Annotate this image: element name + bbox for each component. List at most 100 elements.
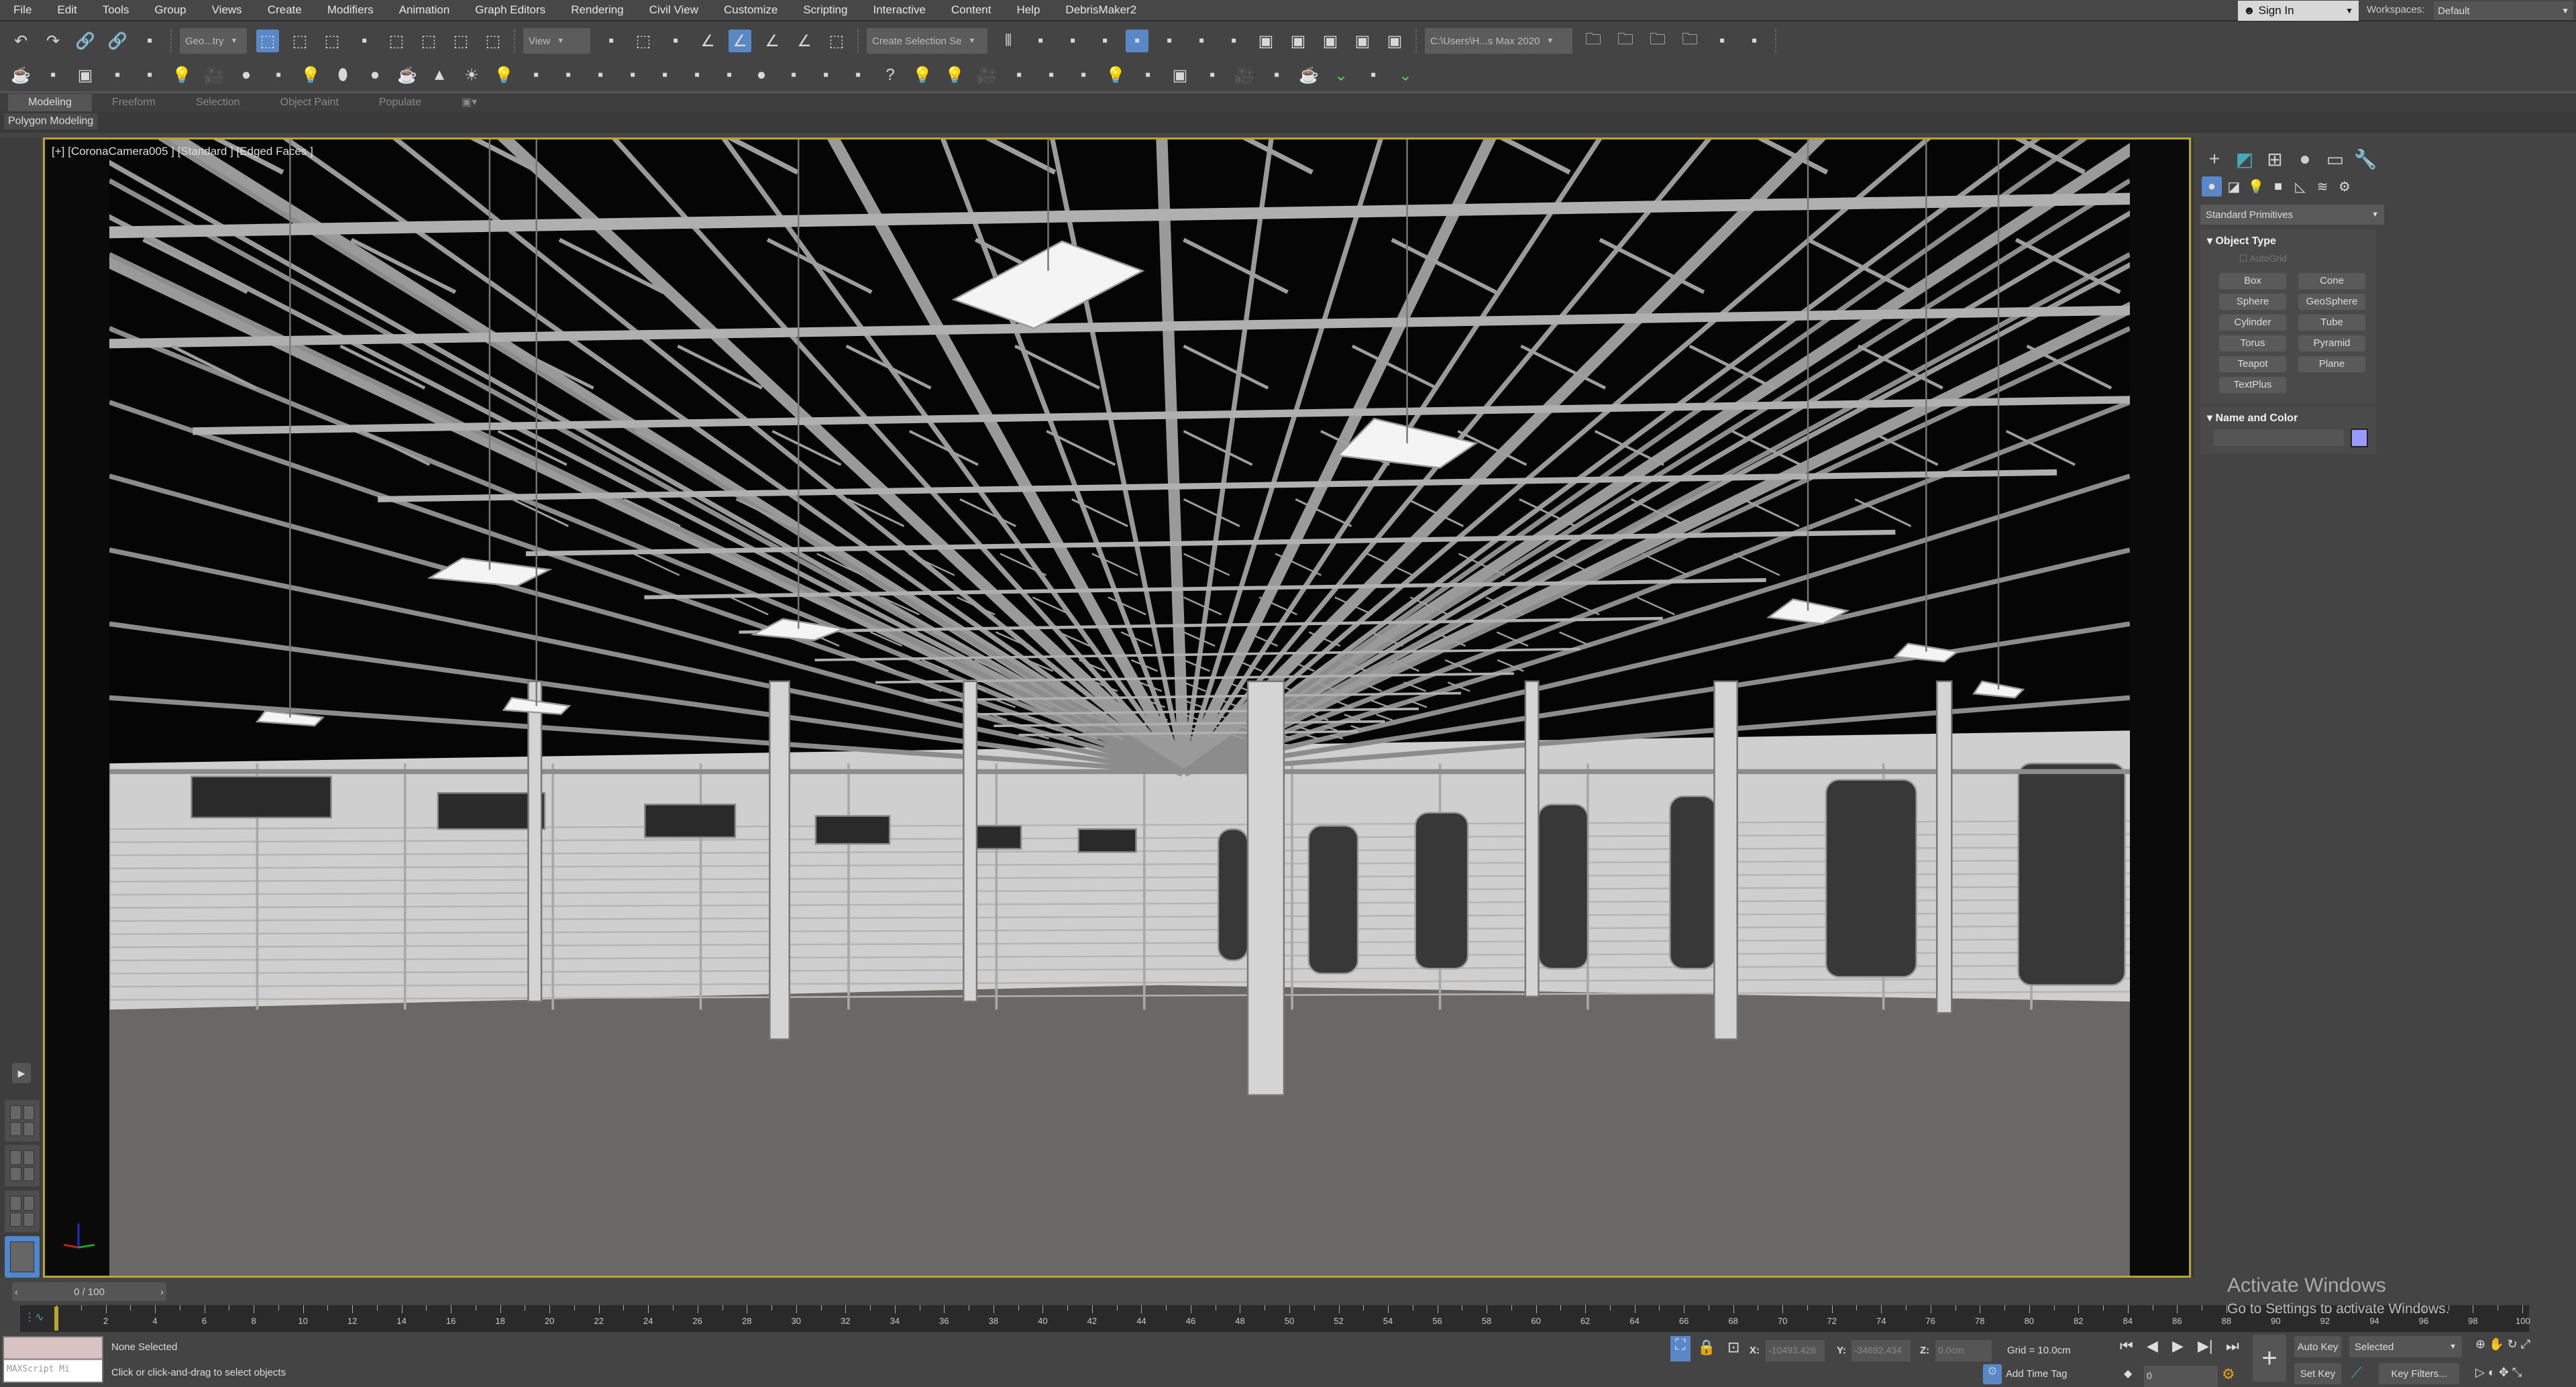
create-cone-button[interactable]: Cone — [2298, 273, 2365, 289]
keyboard-shortcut-icon[interactable]: ▪ — [664, 30, 687, 52]
expand-layouts-button[interactable]: ▶ — [12, 1063, 31, 1083]
rectangular-selection-icon[interactable]: ⬚ — [321, 30, 343, 52]
key-mode-toggle-icon[interactable]: ◆ — [2124, 1367, 2132, 1380]
align-icon[interactable]: ▪ — [1029, 30, 1052, 52]
menu-scripting[interactable]: Scripting — [790, 3, 847, 17]
create-tube-button[interactable]: Tube — [2298, 315, 2365, 331]
select-rotate-icon[interactable]: ⬚ — [417, 30, 440, 52]
maxscript-output[interactable] — [4, 1337, 102, 1360]
menu-tools[interactable]: Tools — [89, 3, 129, 17]
time-slider[interactable]: ‹ 0 / 100 › — [12, 1282, 166, 1301]
lights-icon[interactable]: 💡 — [2246, 176, 2266, 197]
layer-icon[interactable]: ▪ — [847, 64, 869, 87]
glow-sphere-icon[interactable]: ● — [364, 64, 386, 87]
selection-filter-select[interactable]: Geo...try ▼ — [180, 28, 247, 54]
snaps-toggle-icon[interactable]: ∠ — [696, 30, 719, 52]
camera-icon[interactable]: 🎥 — [203, 64, 225, 87]
box-light-icon[interactable]: 💡 — [299, 64, 322, 87]
sphere-half-icon[interactable]: ● — [235, 64, 258, 87]
select-place-icon[interactable]: ⬚ — [482, 30, 504, 52]
y-coordinate-field[interactable]: -34692.434 — [1851, 1340, 1911, 1362]
link-icon[interactable]: 🔗 — [74, 30, 97, 52]
lock-selection-icon[interactable]: 🔒 — [1697, 1339, 1715, 1356]
panel-icon[interactable]: ▪ — [106, 64, 129, 87]
helpers-icon[interactable]: ◺ — [2290, 176, 2310, 197]
render-icon[interactable]: ▣ — [1319, 30, 1342, 52]
ribbon-tab-selection[interactable]: Selection — [176, 94, 260, 111]
name-and-color-header[interactable]: ▾ Name and Color — [2200, 407, 2376, 429]
proxy-icon[interactable]: ▪ — [814, 64, 837, 87]
camera-add-icon[interactable]: 🎥 — [975, 64, 998, 87]
add-time-tag-button[interactable]: Add Time Tag — [2006, 1368, 2067, 1380]
select-by-name-icon[interactable]: ⬚ — [288, 30, 311, 52]
modify-tab-icon[interactable]: ◩ — [2231, 146, 2259, 172]
object-color-swatch[interactable] — [2351, 429, 2368, 447]
cone-icon[interactable]: ▲ — [428, 64, 451, 87]
teapot-outline-icon[interactable]: ☕ — [1297, 64, 1320, 87]
track-bar[interactable]: 0246810121416182022242628303234363840424… — [20, 1305, 2530, 1332]
reference-coordinate-select[interactable]: View ▼ — [523, 28, 590, 54]
layout-quad-button-2[interactable] — [5, 1145, 40, 1186]
pan-icon[interactable]: ▪ — [1201, 64, 1224, 87]
pivot-center-icon[interactable]: ▪ — [600, 30, 623, 52]
curve-editor-toggle-icon[interactable]: ⋮∿ — [24, 1311, 44, 1324]
utilities-tab-icon[interactable]: 🔧 — [2351, 146, 2379, 172]
menu-modifiers[interactable]: Modifiers — [314, 3, 374, 17]
viewport-nav-icons[interactable]: ⊕ ✋ ↻ ⤢ — [2475, 1337, 2530, 1351]
camera-plus-icon[interactable]: 🎥 — [1233, 64, 1256, 87]
sign-in-button[interactable]: ☻ Sign In ▼ — [2238, 1, 2359, 21]
auto-key-button[interactable]: Auto Key — [2294, 1336, 2341, 1357]
create-sphere-button[interactable]: Sphere — [2219, 294, 2286, 310]
create-teapot-button[interactable]: Teapot — [2219, 356, 2286, 372]
layer-explorer-icon[interactable]: ▪ — [1093, 30, 1116, 52]
select-scale-icon[interactable]: ⬚ — [449, 30, 472, 52]
render-online-icon[interactable]: ▣ — [1383, 30, 1406, 52]
egg-icon[interactable]: ⬮ — [331, 64, 354, 87]
project-folder-select[interactable]: C:\Users\H...s Max 2020 ▼ — [1425, 28, 1572, 54]
time-configuration-icon[interactable]: ⚙ — [2222, 1366, 2235, 1383]
ring-icon[interactable]: ▪ — [1136, 64, 1159, 87]
menu-customize[interactable]: Customize — [710, 3, 777, 17]
key-filters-button[interactable]: Key Filters... — [2379, 1363, 2459, 1384]
grass-icon[interactable]: ▪ — [653, 64, 676, 87]
ribbon-tab-populate[interactable]: Populate — [359, 94, 441, 111]
viewport-nav-icons-2[interactable]: ▷ ◐ ✥ ⤡ — [2475, 1366, 2522, 1380]
viewport-label[interactable]: [+] [CoronaCamera005 ] [Standard ] [Edge… — [52, 145, 313, 158]
percent-snap-icon[interactable]: ∠ — [761, 30, 784, 52]
z-coordinate-field[interactable]: 0.0cm — [1935, 1340, 1992, 1362]
prev-frame-icon[interactable]: ‹ — [15, 1286, 18, 1298]
redo-icon[interactable]: ↷ — [42, 30, 64, 52]
menu-edit[interactable]: Edit — [44, 3, 76, 17]
next-frame-icon[interactable]: › — [160, 1286, 164, 1298]
time-tag-icon[interactable]: ⊙ — [1983, 1364, 2002, 1384]
layout-single-button[interactable] — [5, 1236, 40, 1278]
ribbon-tab-freeform[interactable]: Freeform — [92, 94, 176, 111]
folder-settings-icon[interactable]: 🗀 — [1678, 30, 1701, 52]
pine-icon[interactable]: ▪ — [1008, 64, 1030, 87]
select-manipulate-icon[interactable]: ⬚ — [632, 30, 655, 52]
previous-frame-icon[interactable]: ◀ — [2147, 1337, 2158, 1355]
viewport[interactable]: [+] [CoronaCamera005 ] [Standard ] [Edge… — [43, 137, 2191, 1278]
material-editor-icon[interactable]: ▪ — [1222, 30, 1245, 52]
schematic-view-icon[interactable]: ▪ — [1190, 30, 1213, 52]
motion-tab-icon[interactable]: ● — [2291, 146, 2319, 172]
toggle-ribbon-icon[interactable]: ▪ — [1126, 30, 1148, 52]
menu-interactive[interactable]: Interactive — [859, 3, 925, 17]
open-folder-icon[interactable]: 🗀 — [1614, 30, 1637, 52]
undo-icon[interactable]: ↶ — [9, 30, 32, 52]
project-folder-icon[interactable]: 🗀 — [1582, 30, 1605, 52]
space-warps-icon[interactable]: ≋ — [2312, 176, 2332, 197]
render-frame-icon[interactable]: ▣ — [74, 64, 97, 87]
checker-icon[interactable]: ▪ — [525, 64, 547, 87]
hierarchy-tab-icon[interactable]: ⊞ — [2261, 146, 2289, 172]
light-icon[interactable]: 💡 — [911, 64, 934, 87]
systems-icon[interactable]: ⚙ — [2334, 176, 2355, 197]
menu-animation[interactable]: Animation — [386, 3, 450, 17]
create-textplus-button[interactable]: TextPlus — [2219, 377, 2286, 393]
go-to-start-icon[interactable]: ⏮ — [2120, 1337, 2133, 1355]
select-object-icon[interactable]: ⬚ — [256, 30, 279, 52]
render-region-icon[interactable]: ▣ — [1169, 64, 1191, 87]
maxscript-listener[interactable]: MAXScript Mi — [3, 1336, 103, 1383]
key-mode-select[interactable]: Selected ▼ — [2349, 1336, 2462, 1357]
cloud-icon[interactable]: ▪ — [42, 64, 64, 87]
